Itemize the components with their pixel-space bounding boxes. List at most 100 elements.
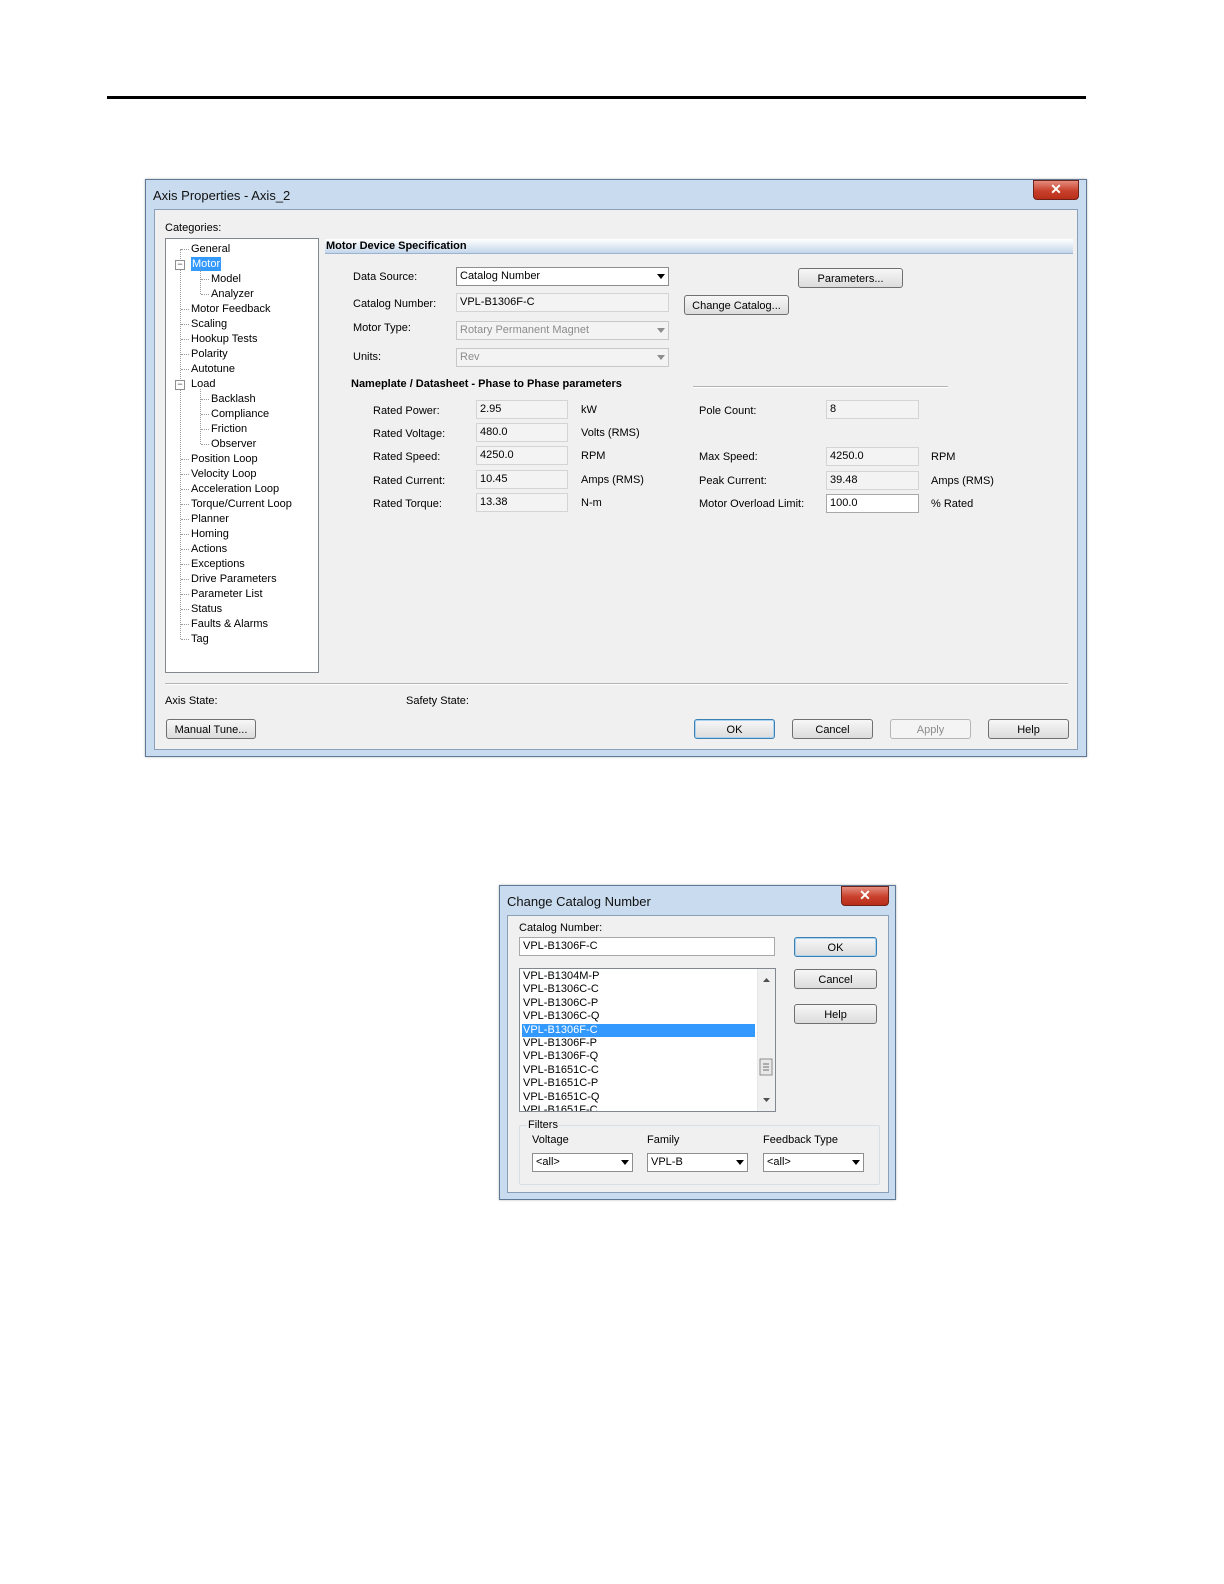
list-item[interactable]: VPL-B1306F-P (522, 1037, 755, 1050)
tree-item-compliance[interactable]: Compliance (211, 407, 269, 421)
units-value: Rev (460, 351, 480, 363)
data-source-select[interactable]: Catalog Number (456, 267, 669, 286)
tree-item-motor-feedback[interactable]: Motor Feedback (191, 302, 270, 316)
voltage-value: <all> (536, 1156, 560, 1168)
rated-torque-label: Rated Torque: (373, 498, 442, 510)
tree-connector (201, 279, 209, 280)
tree-connector (181, 354, 189, 355)
data-source-value: Catalog Number (460, 270, 541, 282)
tree-item-drive-parameters[interactable]: Drive Parameters (191, 572, 277, 586)
tree-item-planner[interactable]: Planner (191, 512, 229, 526)
motor-type-select[interactable]: Rotary Permanent Magnet (456, 321, 669, 340)
tree-item-backlash[interactable]: Backlash (211, 392, 256, 406)
tree-item-status[interactable]: Status (191, 602, 222, 616)
tree-item-observer[interactable]: Observer (211, 437, 256, 451)
catalog-number-label: Catalog Number: (519, 922, 603, 934)
rated-speed-label: Rated Speed: (373, 451, 441, 463)
tree-item-model[interactable]: Model (211, 272, 241, 286)
list-item[interactable]: VPL-B1306F-C (522, 1023, 755, 1037)
tree-item-velocity-loop[interactable]: Velocity Loop (191, 467, 256, 481)
units-select[interactable]: Rev (456, 348, 669, 367)
tree-item-exceptions[interactable]: Exceptions (191, 557, 245, 571)
tree-item-scaling[interactable]: Scaling (191, 317, 227, 331)
tree-item-load[interactable]: Load (191, 377, 215, 391)
voltage-select[interactable]: <all> (532, 1153, 633, 1172)
help-button[interactable]: Help (794, 1004, 877, 1024)
tree-connector (201, 444, 209, 445)
tree-item-general[interactable]: General (191, 242, 230, 256)
tree-connector (181, 369, 189, 370)
rated-power-unit: kW (581, 404, 597, 416)
ok-button[interactable]: OK (694, 719, 775, 739)
tree-item-friction[interactable]: Friction (211, 422, 247, 436)
filters-label: Filters (527, 1119, 559, 1131)
motor-type-value: Rotary Permanent Magnet (460, 324, 590, 336)
tree-item-acceleration-loop[interactable]: Acceleration Loop (191, 482, 279, 496)
feedback-type-label: Feedback Type (763, 1134, 839, 1146)
tree-item-polarity[interactable]: Polarity (191, 347, 228, 361)
tree-item-analyzer[interactable]: Analyzer (211, 287, 254, 301)
close-button[interactable]: ✕ (1033, 180, 1079, 200)
rated-voltage-field: 480.0 (476, 423, 568, 442)
chevron-down-icon (657, 274, 665, 279)
tree-connector (181, 624, 189, 625)
tree-connector (181, 519, 189, 520)
chevron-down-icon (852, 1160, 860, 1165)
rated-current-label: Rated Current: (373, 475, 446, 487)
chevron-down-icon (657, 355, 665, 360)
list-scrollbar[interactable] (757, 969, 775, 1111)
help-button[interactable]: Help (988, 719, 1069, 739)
pole-count-field: 8 (826, 400, 919, 419)
tree-item-autotune[interactable]: Autotune (191, 362, 235, 376)
change-catalog-button[interactable]: Change Catalog... (684, 295, 789, 315)
motor-overload-input[interactable]: 100.0 (826, 494, 919, 513)
axis-properties-window: Axis Properties - Axis_2 ✕ Categories: G… (145, 179, 1087, 757)
tree-item-homing[interactable]: Homing (191, 527, 229, 541)
tree-connector (181, 579, 189, 580)
list-item[interactable]: VPL-B1304M-P (522, 970, 755, 983)
tree-item-position-loop[interactable]: Position Loop (191, 452, 258, 466)
collapse-icon[interactable]: − (175, 260, 185, 270)
list-item[interactable]: VPL-B1651C-Q (522, 1091, 755, 1104)
catalog-listbox[interactable]: VPL-B1651F-C VPL-B1651C-Q VPL-B1651C-P VPL-… (519, 968, 776, 1112)
list-item[interactable]: VPL-B1306C-Q (522, 1010, 755, 1023)
tree-item-actions[interactable]: Actions (191, 542, 227, 556)
tree-item-parameter-list[interactable]: Parameter List (191, 587, 263, 601)
list-item[interactable]: VPL-B1306C-P (522, 997, 755, 1010)
tree-item-motor[interactable]: Motor (191, 257, 222, 271)
tree-connector (181, 609, 189, 610)
tree-connector (181, 324, 189, 325)
rated-torque-field: 13.38 (476, 493, 568, 512)
list-item[interactable]: VPL-B1306C-C (522, 983, 755, 996)
tree-item-hookup-tests[interactable]: Hookup Tests (191, 332, 257, 346)
parameters-button[interactable]: Parameters... (798, 268, 903, 288)
tree-item-tag[interactable]: Tag (191, 632, 209, 646)
manual-tune-button[interactable]: Manual Tune... (166, 719, 256, 739)
feedback-type-select[interactable]: <all> (763, 1153, 864, 1172)
family-label: Family (647, 1134, 680, 1146)
tree-connector (181, 534, 189, 535)
tree-item-faults-alarms[interactable]: Faults & Alarms (191, 617, 268, 631)
categories-tree[interactable]: General − Motor Model Analyzer Motor Feedback… (165, 238, 319, 673)
catalog-number-input[interactable]: VPL-B1306F-C (519, 937, 775, 956)
rated-power-label: Rated Power: (373, 405, 440, 417)
categories-label: Categories: (165, 222, 222, 234)
list-item[interactable]: VPL-B1306F-Q (522, 1050, 755, 1063)
collapse-icon[interactable]: − (175, 380, 185, 390)
scroll-down-arrow-icon[interactable] (763, 1098, 770, 1102)
ok-button[interactable]: OK (794, 937, 877, 957)
scroll-up-arrow-icon[interactable] (763, 978, 770, 982)
tree-connector (181, 339, 189, 340)
family-select[interactable]: VPL-B (647, 1153, 748, 1172)
chevron-down-icon (621, 1160, 629, 1165)
max-speed-label: Max Speed: (699, 451, 758, 463)
list-item[interactable]: VPL-B1651C-C (522, 1064, 755, 1077)
tree-connector (201, 429, 209, 430)
close-button[interactable]: ✕ (841, 886, 889, 906)
list-item[interactable]: VPL-B1651C-P (522, 1077, 755, 1090)
tree-item-torque-current-loop[interactable]: Torque/Current Loop (191, 497, 292, 511)
apply-button[interactable]: Apply (890, 719, 971, 739)
cancel-button[interactable]: Cancel (792, 719, 873, 739)
list-item[interactable]: VPL-B1651F-C (522, 1104, 755, 1111)
cancel-button[interactable]: Cancel (794, 969, 877, 989)
